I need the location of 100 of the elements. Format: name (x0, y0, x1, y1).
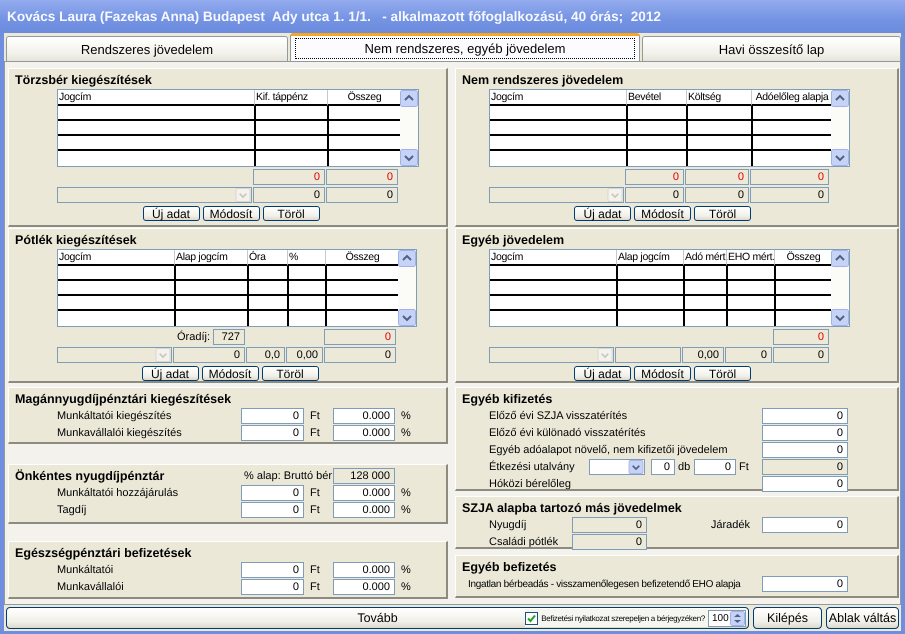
scroll-up-button[interactable] (400, 90, 418, 107)
value-field[interactable]: 0 (762, 408, 848, 424)
scroll-down-button[interactable] (400, 149, 418, 166)
scrollbar-track[interactable] (398, 250, 416, 326)
percent-field[interactable]: 0.000 (333, 485, 395, 501)
unit-label: Ft (309, 487, 321, 499)
amount-field[interactable]: 0 (241, 485, 304, 501)
percent-field[interactable]: 0.000 (333, 502, 395, 518)
field-label: Munkáltatói (57, 564, 114, 576)
amount-field[interactable]: 0 (241, 562, 304, 578)
action-button[interactable]: Töröl (262, 206, 320, 221)
column-header: Jogcím (490, 250, 616, 266)
value-field[interactable]: 0 (762, 517, 848, 533)
checkbox[interactable] (525, 612, 538, 624)
total-field: 0 (725, 347, 772, 363)
count-field[interactable]: 0 (651, 459, 675, 475)
column-header: Jogcím (490, 90, 626, 106)
action-button[interactable]: Módosít (634, 366, 691, 381)
field-label: Előző évi SZJA visszatérítés (489, 410, 628, 422)
value-field: 0 (572, 534, 647, 550)
action-button[interactable]: Töröl (262, 366, 318, 381)
table-cell (626, 136, 686, 151)
amount-field[interactable]: 0 (241, 408, 304, 424)
action-button[interactable]: Töröl (694, 206, 751, 221)
percent-field[interactable]: 0.000 (333, 425, 395, 441)
unit-label: db (677, 461, 692, 473)
field-label: Családi pótlék (489, 536, 560, 548)
unit-label: Ft (309, 504, 321, 516)
percent-field[interactable]: 0.000 (333, 579, 395, 595)
amount-field[interactable]: 0 (241, 579, 304, 595)
chevron-down-icon[interactable] (628, 460, 644, 474)
table-cell (774, 281, 831, 296)
tab[interactable]: Nem rendszeres, egyéb jövedelem (290, 33, 640, 61)
value-field[interactable]: 0 (762, 442, 848, 458)
number-spinner[interactable]: 100 (708, 610, 746, 626)
action-button[interactable]: Új adat (142, 206, 200, 221)
table-cell (726, 266, 774, 281)
action-button[interactable]: Kilépés (753, 607, 822, 629)
unit-label: Ft (309, 564, 321, 576)
value-field[interactable]: 0 (762, 425, 848, 441)
total-field: 0 (173, 347, 245, 363)
total-field: 0 (685, 169, 749, 185)
action-button[interactable]: Új adat (142, 366, 198, 381)
column-header: Adóelőleg alapja (751, 90, 831, 106)
total-field: 0 (625, 169, 684, 185)
scroll-up-button[interactable] (831, 250, 849, 267)
scrollbar-track[interactable] (831, 90, 849, 166)
tab[interactable]: Rendszeres jövedelem (6, 36, 288, 61)
table-cell (683, 296, 726, 311)
amount-field[interactable]: 0 (241, 502, 304, 518)
table-cell (774, 296, 831, 311)
action-button[interactable]: Ablak váltás (826, 607, 899, 629)
action-button[interactable]: Módosít (202, 206, 260, 221)
checkbox-label: Befizetési nyilatkozat szerepeljen a bérjegyzéken? (541, 614, 705, 622)
percent-field[interactable]: 0.000 (333, 408, 395, 424)
table-cell (287, 266, 325, 281)
value-field[interactable]: 0 (762, 576, 848, 592)
field-label: Járadék (710, 519, 751, 531)
table-cell (626, 121, 686, 136)
scrollbar-track[interactable] (400, 90, 418, 166)
action-button[interactable]: Módosít (202, 366, 258, 381)
scrollbar-track[interactable] (831, 250, 849, 326)
value-field[interactable]: 0 (762, 476, 848, 492)
scroll-down-button[interactable] (831, 309, 849, 326)
table-cell (247, 266, 287, 281)
scroll-down-button[interactable] (831, 149, 849, 166)
unit-label: % (400, 504, 412, 516)
total-field: 0 (326, 187, 398, 203)
up-down-arrows-icon (730, 610, 745, 626)
column-header: Összeg (327, 90, 400, 106)
action-button[interactable]: Módosít (634, 206, 691, 221)
scroll-down-button[interactable] (398, 309, 416, 326)
action-button[interactable]: Új adat (574, 366, 631, 381)
section-title: Nem rendszeres jövedelem (461, 72, 624, 88)
percent-field[interactable]: 0.000 (333, 562, 395, 578)
unit-label: Ft (309, 410, 321, 422)
field-label: Óradíj: (177, 331, 210, 343)
action-button[interactable]: Töröl (694, 366, 751, 381)
column-header: Bevétel (626, 90, 686, 106)
scroll-up-button[interactable] (831, 90, 849, 107)
action-button[interactable]: Új adat (574, 206, 631, 221)
table-cell (774, 266, 831, 281)
field-label: Étkezési utalvány (489, 461, 576, 473)
table-cell (287, 281, 325, 296)
column-header: EHO mért. (726, 250, 774, 266)
scroll-up-button[interactable] (398, 250, 416, 267)
unit-label: Ft (309, 581, 321, 593)
amount-field[interactable]: 0 (241, 425, 304, 441)
table-cell (686, 121, 751, 136)
amount-field[interactable]: 0 (694, 459, 736, 475)
column-header: Költség (686, 90, 751, 106)
total-field: 0 (773, 347, 829, 363)
column-header: Kif. táppénz (254, 90, 327, 106)
dropdown-field[interactable] (589, 459, 645, 475)
table-cell (726, 281, 774, 296)
column-header: Összeg (325, 250, 398, 266)
tab[interactable]: Havi összesítő lap (642, 36, 901, 61)
section-title: Egyéb befizetés (461, 559, 558, 575)
section-title: Magánnyugdíjpénztári kiegészítések (14, 391, 232, 407)
value-field: 0 (762, 459, 848, 475)
